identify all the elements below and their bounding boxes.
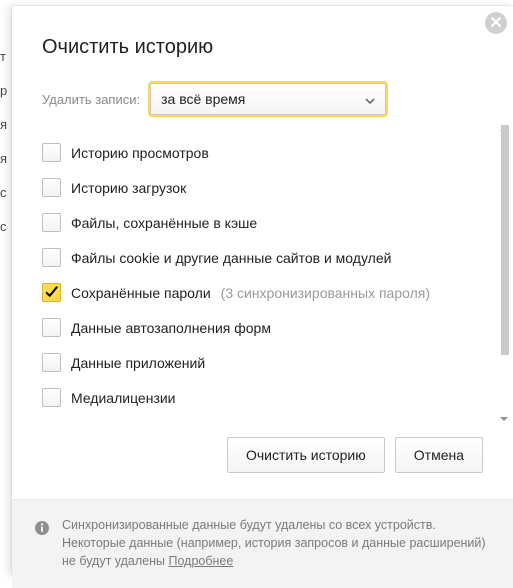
option-label: Медиалицензии	[71, 390, 176, 406]
cancel-button-label: Отмена	[414, 447, 464, 463]
chevron-down-icon	[365, 91, 375, 107]
time-range-value: за всё время	[161, 91, 245, 107]
option-row-cached-files: Файлы, сохранённые в кэше	[42, 213, 483, 232]
clear-history-dialog: Очистить историю Удалить записи: за всё …	[12, 6, 513, 576]
checkbox-browsing-history[interactable]	[42, 143, 61, 162]
option-row-app-data: Данные приложений	[42, 353, 483, 372]
clear-history-button[interactable]: Очистить историю	[227, 437, 385, 473]
option-row-autofill-data: Данные автозаполнения форм	[42, 318, 483, 337]
time-range-row: Удалить записи: за всё время	[12, 69, 513, 125]
dialog-footer: Синхронизированные данные будут удалены …	[12, 499, 513, 588]
close-icon	[491, 14, 501, 32]
cancel-button[interactable]: Отмена	[395, 437, 483, 473]
option-label: Сохранённые пароли	[71, 285, 211, 301]
footer-text: Синхронизированные данные будут удалены …	[62, 516, 491, 570]
footer-learn-more-link[interactable]: Подробнее	[168, 554, 233, 568]
option-sublabel: (3 синхронизированных пароля)	[221, 285, 430, 301]
checkbox-cached-files[interactable]	[42, 213, 61, 232]
time-range-select[interactable]: за всё время	[150, 83, 386, 115]
checkbox-cookies[interactable]	[42, 248, 61, 267]
dialog-header: Очистить историю	[12, 6, 513, 69]
option-row-cookies: Файлы cookie и другие данные сайтов и мо…	[42, 248, 483, 267]
checkbox-saved-passwords[interactable]	[42, 283, 61, 302]
dialog-title: Очистить историю	[42, 36, 483, 59]
option-row-media-licenses: Медиалицензии	[42, 388, 483, 407]
scrollbar[interactable]	[497, 125, 511, 417]
option-label: Файлы cookie и другие данные сайтов и мо…	[71, 250, 391, 266]
info-icon	[34, 520, 50, 541]
option-label: Историю просмотров	[71, 145, 209, 161]
options-list: Историю просмотров Историю загрузок Файлы,…	[12, 125, 513, 417]
footer-text-body: Синхронизированные данные будут удалены …	[62, 518, 486, 568]
checkbox-autofill-data[interactable]	[42, 318, 61, 337]
time-range-label: Удалить записи:	[42, 92, 140, 107]
option-label: Данные автозаполнения форм	[71, 320, 271, 336]
checkbox-app-data[interactable]	[42, 353, 61, 372]
option-label: Файлы, сохранённые в кэше	[71, 215, 257, 231]
background-page: тряясс	[0, 0, 10, 576]
option-row-download-history: Историю загрузок	[42, 178, 483, 197]
option-row-saved-passwords: Сохранённые пароли (3 синхронизированных…	[42, 283, 483, 302]
option-row-browsing-history: Историю просмотров	[42, 143, 483, 162]
scrollbar-thumb[interactable]	[501, 125, 509, 355]
options-scroll-area: Историю просмотров Историю загрузок Файлы,…	[12, 125, 513, 417]
close-button[interactable]	[485, 12, 507, 34]
checkbox-download-history[interactable]	[42, 178, 61, 197]
clear-history-button-label: Очистить историю	[246, 447, 366, 463]
dialog-actions: Очистить историю Отмена	[12, 417, 513, 499]
scroll-down-arrow-icon[interactable]	[499, 411, 509, 421]
checkbox-media-licenses[interactable]	[42, 388, 61, 407]
option-label: Историю загрузок	[71, 180, 186, 196]
option-label: Данные приложений	[71, 355, 205, 371]
